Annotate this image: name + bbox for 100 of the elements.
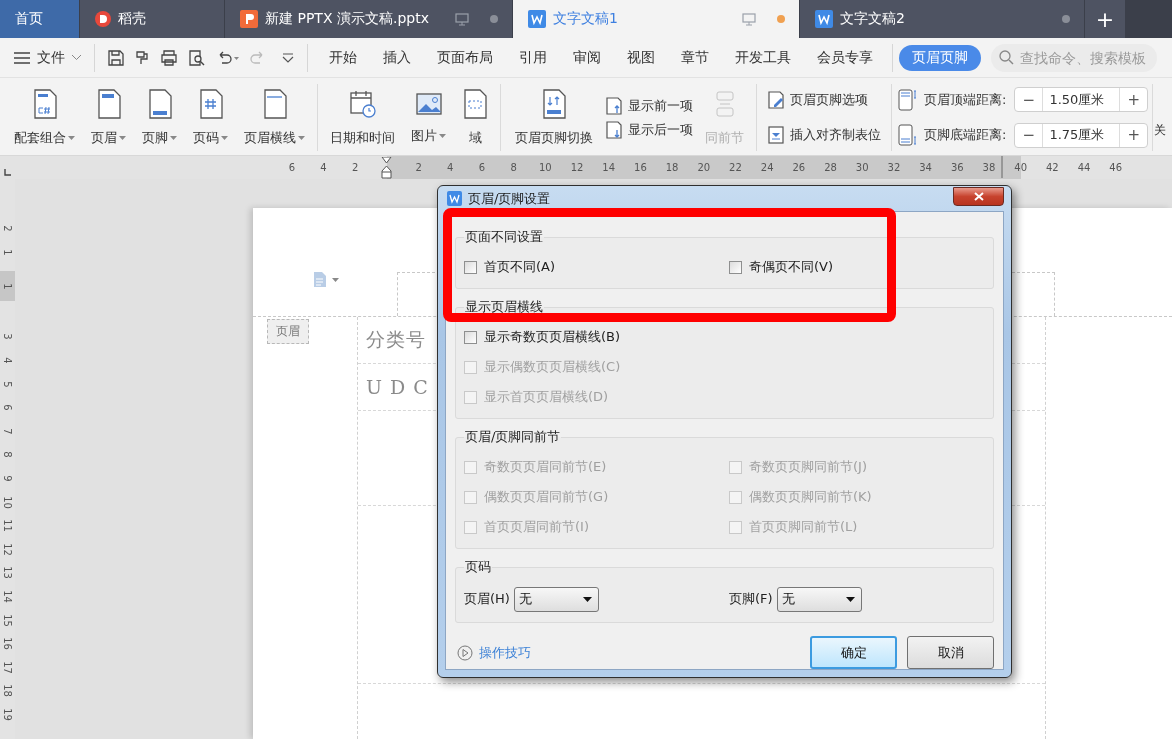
ribbon-button[interactable]: 域 xyxy=(460,86,490,149)
chevron-down-icon xyxy=(71,54,82,61)
tab-stop-icon xyxy=(767,125,785,146)
document-tab[interactable]: 文字文稿1 xyxy=(513,0,800,38)
checkbox-label: 首页页眉同前节(I) xyxy=(484,518,589,536)
flame-logo-icon xyxy=(95,11,111,27)
field-page-icon xyxy=(462,88,488,119)
page-down-arrow-icon xyxy=(605,119,623,140)
ribbon-tab[interactable]: 插入 xyxy=(370,44,424,71)
ribbon-button[interactable]: 页眉横线 xyxy=(242,86,307,149)
ruler-number: 20 xyxy=(697,162,711,173)
dropdown-select[interactable]: 无 xyxy=(513,586,599,612)
ruler-number: 6 xyxy=(2,404,13,411)
document-tab[interactable]: 首页 xyxy=(0,0,80,38)
tab-selector-icon[interactable] xyxy=(4,169,11,176)
caret-icon xyxy=(68,135,75,140)
file-menu[interactable]: 文件 xyxy=(37,48,86,67)
document-tab[interactable]: 文字文稿2 xyxy=(800,0,1085,38)
ribbon-tab[interactable]: 审阅 xyxy=(560,44,614,71)
header-tag: 页眉 xyxy=(267,319,309,344)
increase-button[interactable]: + xyxy=(1120,123,1148,147)
document-tab[interactable]: 稻壳 xyxy=(80,0,225,38)
caret-icon xyxy=(170,135,177,140)
ribbon-button[interactable]: 页眉页脚切换 xyxy=(513,86,595,149)
menu-icon[interactable] xyxy=(14,51,30,64)
checkbox[interactable] xyxy=(729,260,742,274)
caret-icon xyxy=(221,135,228,140)
close-button[interactable] xyxy=(953,187,1004,206)
document-tab[interactable]: 新建 PPTX 演示文稿.pptx xyxy=(225,0,513,38)
ribbon-button[interactable]: 配套组合 xyxy=(12,86,77,149)
ruler-number: 24 xyxy=(760,162,774,173)
ruler-number: 44 xyxy=(1077,162,1091,173)
ribbon-tab[interactable]: 引用 xyxy=(506,44,560,71)
ribbon-tab[interactable]: 视图 xyxy=(614,44,668,71)
ruler-number: 2 xyxy=(415,162,422,173)
ribbon-tab[interactable]: 页面布局 xyxy=(424,44,506,71)
table-cell-text: 分类号 xyxy=(366,327,426,352)
distance-field[interactable]: 1.50厘米 xyxy=(1042,88,1121,112)
header-page-icon xyxy=(95,88,122,119)
checkbox-label: 偶数页页脚同前节(K) xyxy=(749,488,872,506)
monitor-icon xyxy=(742,12,756,26)
distance-field[interactable]: 1.75厘米 xyxy=(1042,123,1121,147)
decrease-button[interactable]: − xyxy=(1015,123,1043,147)
ruler-number: 2 xyxy=(352,162,359,173)
caret-icon xyxy=(332,277,339,282)
ribbon-button[interactable]: 页脚 xyxy=(140,86,179,149)
dialog-button[interactable]: 取消 xyxy=(907,636,994,669)
ribbon-tab[interactable]: 章节 xyxy=(668,44,722,71)
ruler-number: 10 xyxy=(2,495,13,509)
ribbon-tab[interactable]: 会员专享 xyxy=(804,44,886,71)
increase-button[interactable]: + xyxy=(1120,88,1148,112)
checkbox[interactable] xyxy=(464,330,477,344)
group-title: 页码 xyxy=(464,558,492,576)
page-up-arrow-icon xyxy=(605,95,623,116)
writer-file-icon xyxy=(528,10,546,28)
ruler-number: 22 xyxy=(729,162,742,173)
ribbon-button[interactable]: 页眉页脚选项 xyxy=(767,89,881,110)
indent-marker-icon[interactable] xyxy=(381,156,393,179)
ruler-number: 9 xyxy=(2,475,13,482)
field-label: 页脚(F) xyxy=(729,590,773,608)
distance-label: 页脚底端距离: xyxy=(924,126,1007,145)
ribbon-button[interactable]: 显示后一项 xyxy=(605,119,693,140)
switch-page-icon xyxy=(541,88,567,119)
decrease-button[interactable]: − xyxy=(1015,88,1043,112)
checkbox-label: 首页不同(A) xyxy=(484,258,556,276)
ruler-number: 4 xyxy=(447,162,454,173)
ribbon-button[interactable]: 插入对齐制表位 xyxy=(767,125,881,146)
ribbon-button[interactable]: 显示前一项 xyxy=(605,95,693,116)
ruler-number: 11 xyxy=(2,519,13,533)
dialog-title: 页眉/页脚设置 xyxy=(468,189,551,208)
dropdown-arrow-icon xyxy=(582,596,592,602)
combo-page-icon xyxy=(31,88,58,119)
ribbon-label: 关 xyxy=(1154,122,1167,139)
new-tab-button[interactable]: + xyxy=(1085,0,1125,38)
presentation-file-icon xyxy=(240,10,258,28)
header-options-button[interactable] xyxy=(313,271,339,288)
ruler-number: 12 xyxy=(570,162,584,173)
ribbon-button[interactable]: 页眉 xyxy=(89,86,128,149)
checkbox-label: 奇偶页不同(V) xyxy=(749,258,834,276)
ruler-number: 13 xyxy=(2,566,13,580)
ruler-number: 7 xyxy=(2,428,13,435)
ribbon-button[interactable]: 日期和时间 xyxy=(328,86,397,149)
search-field[interactable]: 查找命令、搜索模板 xyxy=(991,43,1157,72)
checkbox-label: 奇数页页脚同前节(J) xyxy=(749,458,867,476)
checkbox-label: 显示奇数页页眉横线(B) xyxy=(484,328,621,346)
close-icon xyxy=(973,192,984,201)
dialog-button[interactable]: 确定 xyxy=(810,636,897,669)
tips-link[interactable]: 操作技巧 xyxy=(457,643,531,662)
ribbon-tab[interactable]: 开发工具 xyxy=(722,44,804,71)
caret-icon xyxy=(119,135,126,140)
ribbon-button[interactable]: 页码 xyxy=(191,86,230,149)
field-label: 页眉(H) xyxy=(464,590,510,608)
ruler-number: 5 xyxy=(2,381,13,388)
ruler-number: 4 xyxy=(2,357,13,364)
page-pencil-icon xyxy=(767,89,785,110)
ribbon-tab[interactable]: 开始 xyxy=(316,44,370,71)
dropdown-select[interactable]: 无 xyxy=(776,586,862,612)
checkbox[interactable] xyxy=(464,260,477,274)
group-title: 显示页眉横线 xyxy=(464,298,544,316)
ribbon-button[interactable]: 图片 xyxy=(409,88,448,147)
